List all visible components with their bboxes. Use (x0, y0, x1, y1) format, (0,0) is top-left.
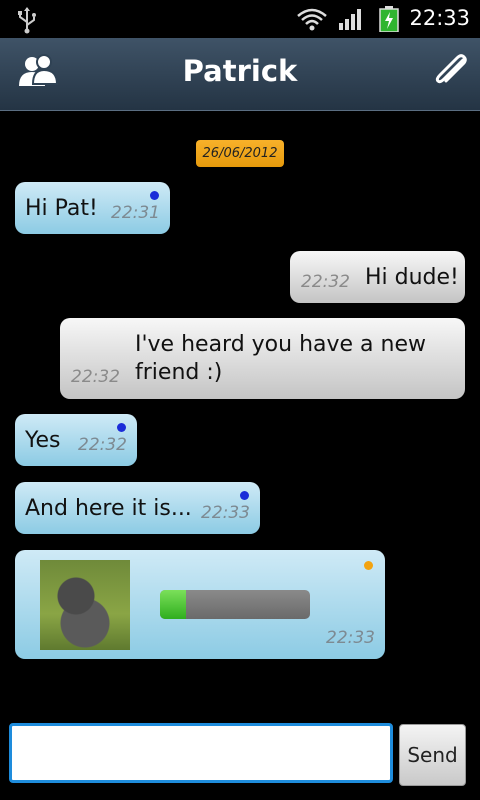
message-bubble-outgoing[interactable]: 22:32 Hi dude! (290, 251, 465, 303)
status-bar: 22:33 (0, 0, 480, 38)
message-time: 22:32 (301, 272, 350, 292)
pending-status-indicator (364, 561, 373, 570)
message-input[interactable] (9, 723, 393, 783)
message-text: Hi dude! (365, 265, 459, 290)
message-text-line: friend :) (135, 360, 223, 385)
read-status-indicator (117, 423, 126, 432)
upload-progress-bar (160, 590, 310, 619)
message-time: 22:32 (71, 367, 120, 387)
message-text: Hi Pat! (25, 196, 98, 221)
attach-button[interactable] (430, 52, 472, 96)
battery-charging-icon (379, 6, 399, 32)
message-time: 22:31 (111, 203, 160, 223)
message-text-line: I've heard you have a new (135, 332, 426, 357)
message-bubble-incoming[interactable]: Yes 22:32 (15, 414, 137, 466)
message-time: 22:33 (326, 628, 375, 648)
signal-icon (339, 9, 361, 30)
composer-bar: Send (0, 715, 480, 800)
conversation-header: Patrick (0, 38, 480, 111)
page-title: Patrick (182, 54, 298, 88)
message-bubble-incoming[interactable]: Hi Pat! 22:31 (15, 182, 170, 234)
message-time: 22:32 (78, 435, 127, 455)
read-status-indicator (240, 491, 249, 500)
upload-progress-fill (160, 590, 186, 619)
wifi-icon (297, 8, 327, 31)
message-text: And here it is... (25, 496, 192, 521)
message-text: Yes (25, 428, 61, 453)
message-time: 22:33 (201, 503, 250, 523)
message-bubble-image[interactable]: 22:33 (15, 550, 385, 659)
usb-icon (18, 7, 36, 34)
dog-photo-thumbnail[interactable] (40, 560, 130, 650)
send-button[interactable]: Send (399, 724, 466, 786)
message-bubble-outgoing[interactable]: 22:32 I've heard you have a new friend :… (60, 318, 465, 399)
paperclip-icon (435, 54, 467, 84)
status-time: 22:33 (409, 6, 470, 30)
message-bubble-incoming[interactable]: And here it is... 22:33 (15, 482, 260, 534)
read-status-indicator (150, 191, 159, 200)
date-separator: 26/06/2012 (196, 140, 284, 167)
